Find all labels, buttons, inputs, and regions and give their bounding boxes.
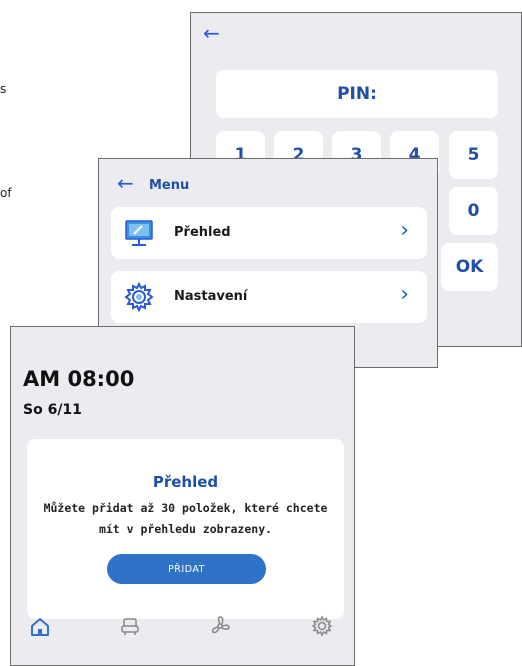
menu-title: Menu <box>149 178 190 193</box>
menu-item-label: Přehled <box>174 225 231 240</box>
card-title: Přehled <box>152 473 219 491</box>
pin-label: PIN: <box>337 84 377 104</box>
chevron-right-icon: › <box>400 218 409 243</box>
settings-icon[interactable] <box>311 615 333 637</box>
ok-button[interactable]: OK <box>441 243 498 291</box>
fan-icon[interactable] <box>209 615 231 637</box>
menu-item-nastaveni[interactable]: Nastavení › <box>111 271 427 323</box>
partial-text-of: of <box>0 186 12 200</box>
key-5[interactable]: 5 <box>449 131 498 179</box>
pin-input[interactable]: PIN: <box>216 70 498 118</box>
back-arrow-icon[interactable]: ← <box>117 173 134 193</box>
add-button[interactable]: PŘIDAT <box>107 554 266 584</box>
armchair-icon[interactable] <box>119 615 141 637</box>
menu-item-prehled[interactable]: Přehled › <box>111 207 427 259</box>
menu-item-label: Nastavení <box>174 289 248 304</box>
date-label: So 6/11 <box>23 402 82 418</box>
back-arrow-icon[interactable]: ← <box>203 23 220 43</box>
home-screen: AM 08:00 So 6/11 Přehled Můžete přidat a… <box>10 326 355 666</box>
add-button-label: PŘIDAT <box>168 563 205 575</box>
monitor-icon <box>125 220 153 246</box>
partial-text-s: s <box>0 82 7 96</box>
gear-icon <box>124 281 154 313</box>
card-description: Můžete přidat až 30 položek, které chcet… <box>43 501 328 536</box>
overview-card: Přehled Můžete přidat až 30 položek, kte… <box>27 439 344 619</box>
clock-time: AM 08:00 <box>23 367 135 391</box>
chevron-right-icon: › <box>400 282 409 307</box>
home-icon[interactable] <box>29 615 51 637</box>
key-0[interactable]: 0 <box>449 187 498 235</box>
